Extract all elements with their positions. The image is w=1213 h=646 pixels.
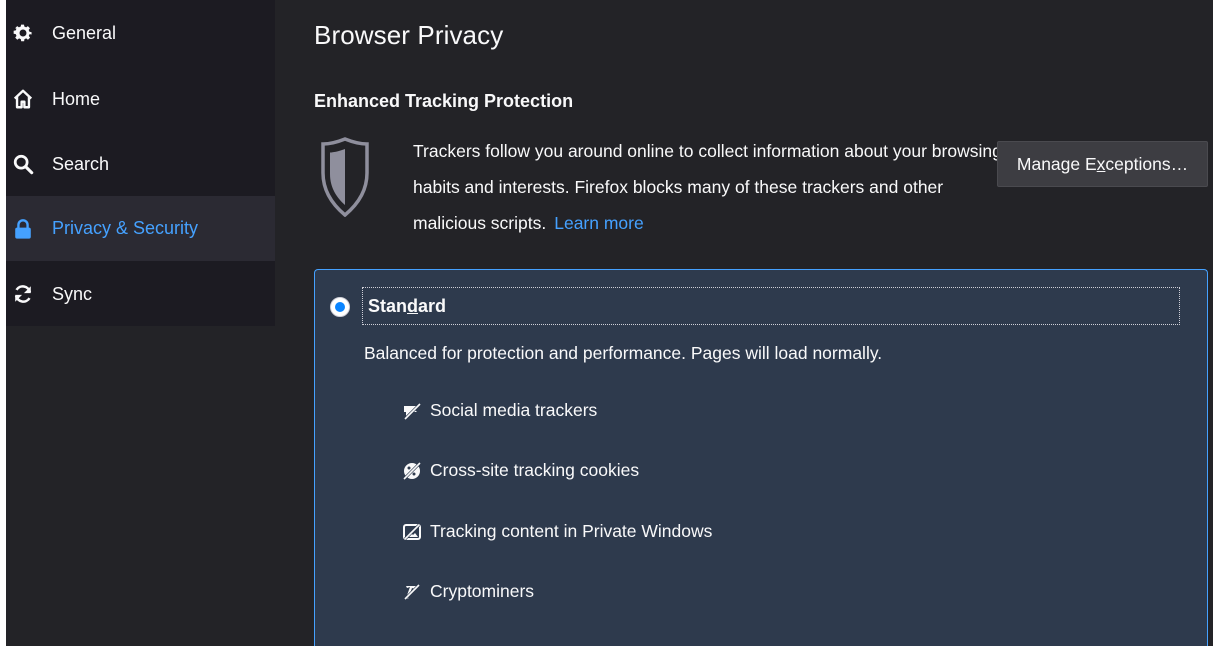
sidebar-item-sync[interactable]: Sync [6, 262, 275, 326]
tracking-description: Trackers follow you around online to col… [413, 133, 1003, 241]
main-content: Browser Privacy Enhanced Tracking Protec… [275, 0, 1213, 646]
manage-exceptions-button[interactable]: Manage Ex ceptions… [997, 141, 1208, 187]
manage-exceptions-label-suffix: ceptions… [1105, 153, 1189, 174]
tracker-item-tracking-content: Tracking content in Private Windows [402, 521, 712, 542]
manage-exceptions-label-prefix: Manage E [1016, 153, 1097, 174]
tracker-label: Social media trackers [430, 400, 598, 420]
description-text: Trackers follow you around online to col… [413, 141, 1002, 233]
tracker-label: Tracking content in Private Windows [430, 521, 713, 541]
sidebar-item-label: Search [52, 153, 110, 174]
home-icon [12, 88, 34, 110]
preferences-window: General Home Search Privacy & Security S… [6, 0, 1213, 646]
cookie-icon [402, 461, 422, 481]
sidebar-item-home[interactable]: Home [6, 67, 275, 131]
gear-icon [12, 22, 34, 44]
standard-option-card[interactable]: Standard Balanced for protection and per… [314, 269, 1208, 646]
tracker-item-cookies: Cross-site tracking cookies [402, 460, 639, 481]
standard-label: Standard [368, 296, 446, 317]
radio-selected-dot [335, 302, 345, 312]
sidebar: General Home Search Privacy & Security S… [6, 0, 275, 646]
social-tracker-icon [402, 401, 422, 421]
tracker-item-social: Social media trackers [402, 400, 597, 421]
standard-label-focus[interactable]: Standard [362, 287, 1180, 325]
sidebar-item-general[interactable]: General [6, 1, 275, 65]
tracker-item-cryptominers: Cryptominers [402, 581, 534, 602]
sync-icon [12, 283, 34, 305]
sidebar-item-label: Home [52, 88, 101, 109]
shield-icon [321, 137, 369, 217]
category-list: General Home Search Privacy & Security S… [6, 0, 275, 326]
sidebar-item-label: Privacy & Security [52, 218, 199, 238]
learn-more-link[interactable]: Learn more [554, 213, 644, 233]
lock-icon [12, 218, 34, 240]
tracking-content-icon [402, 522, 422, 542]
cryptominer-icon [402, 582, 422, 602]
search-icon [12, 153, 34, 175]
page-title: Browser Privacy [314, 20, 504, 50]
standard-label-suffix: ard [418, 296, 447, 316]
standard-radio[interactable] [330, 297, 350, 317]
section-heading: Enhanced Tracking Protection [314, 91, 574, 111]
manage-exceptions-access-key: x [1096, 153, 1106, 174]
tracker-label: Cross-site tracking cookies [430, 460, 640, 480]
tracker-label: Cryptominers [430, 581, 535, 601]
standard-access-key: d [407, 296, 419, 316]
sidebar-item-label: Sync [52, 283, 93, 304]
standard-description: Balanced for protection and performance.… [364, 343, 883, 363]
standard-label-prefix: Stan [368, 296, 408, 316]
sidebar-item-search[interactable]: Search [6, 132, 275, 196]
sidebar-item-label: General [52, 22, 117, 43]
sidebar-item-privacy-security[interactable]: Privacy & Security [6, 196, 275, 261]
